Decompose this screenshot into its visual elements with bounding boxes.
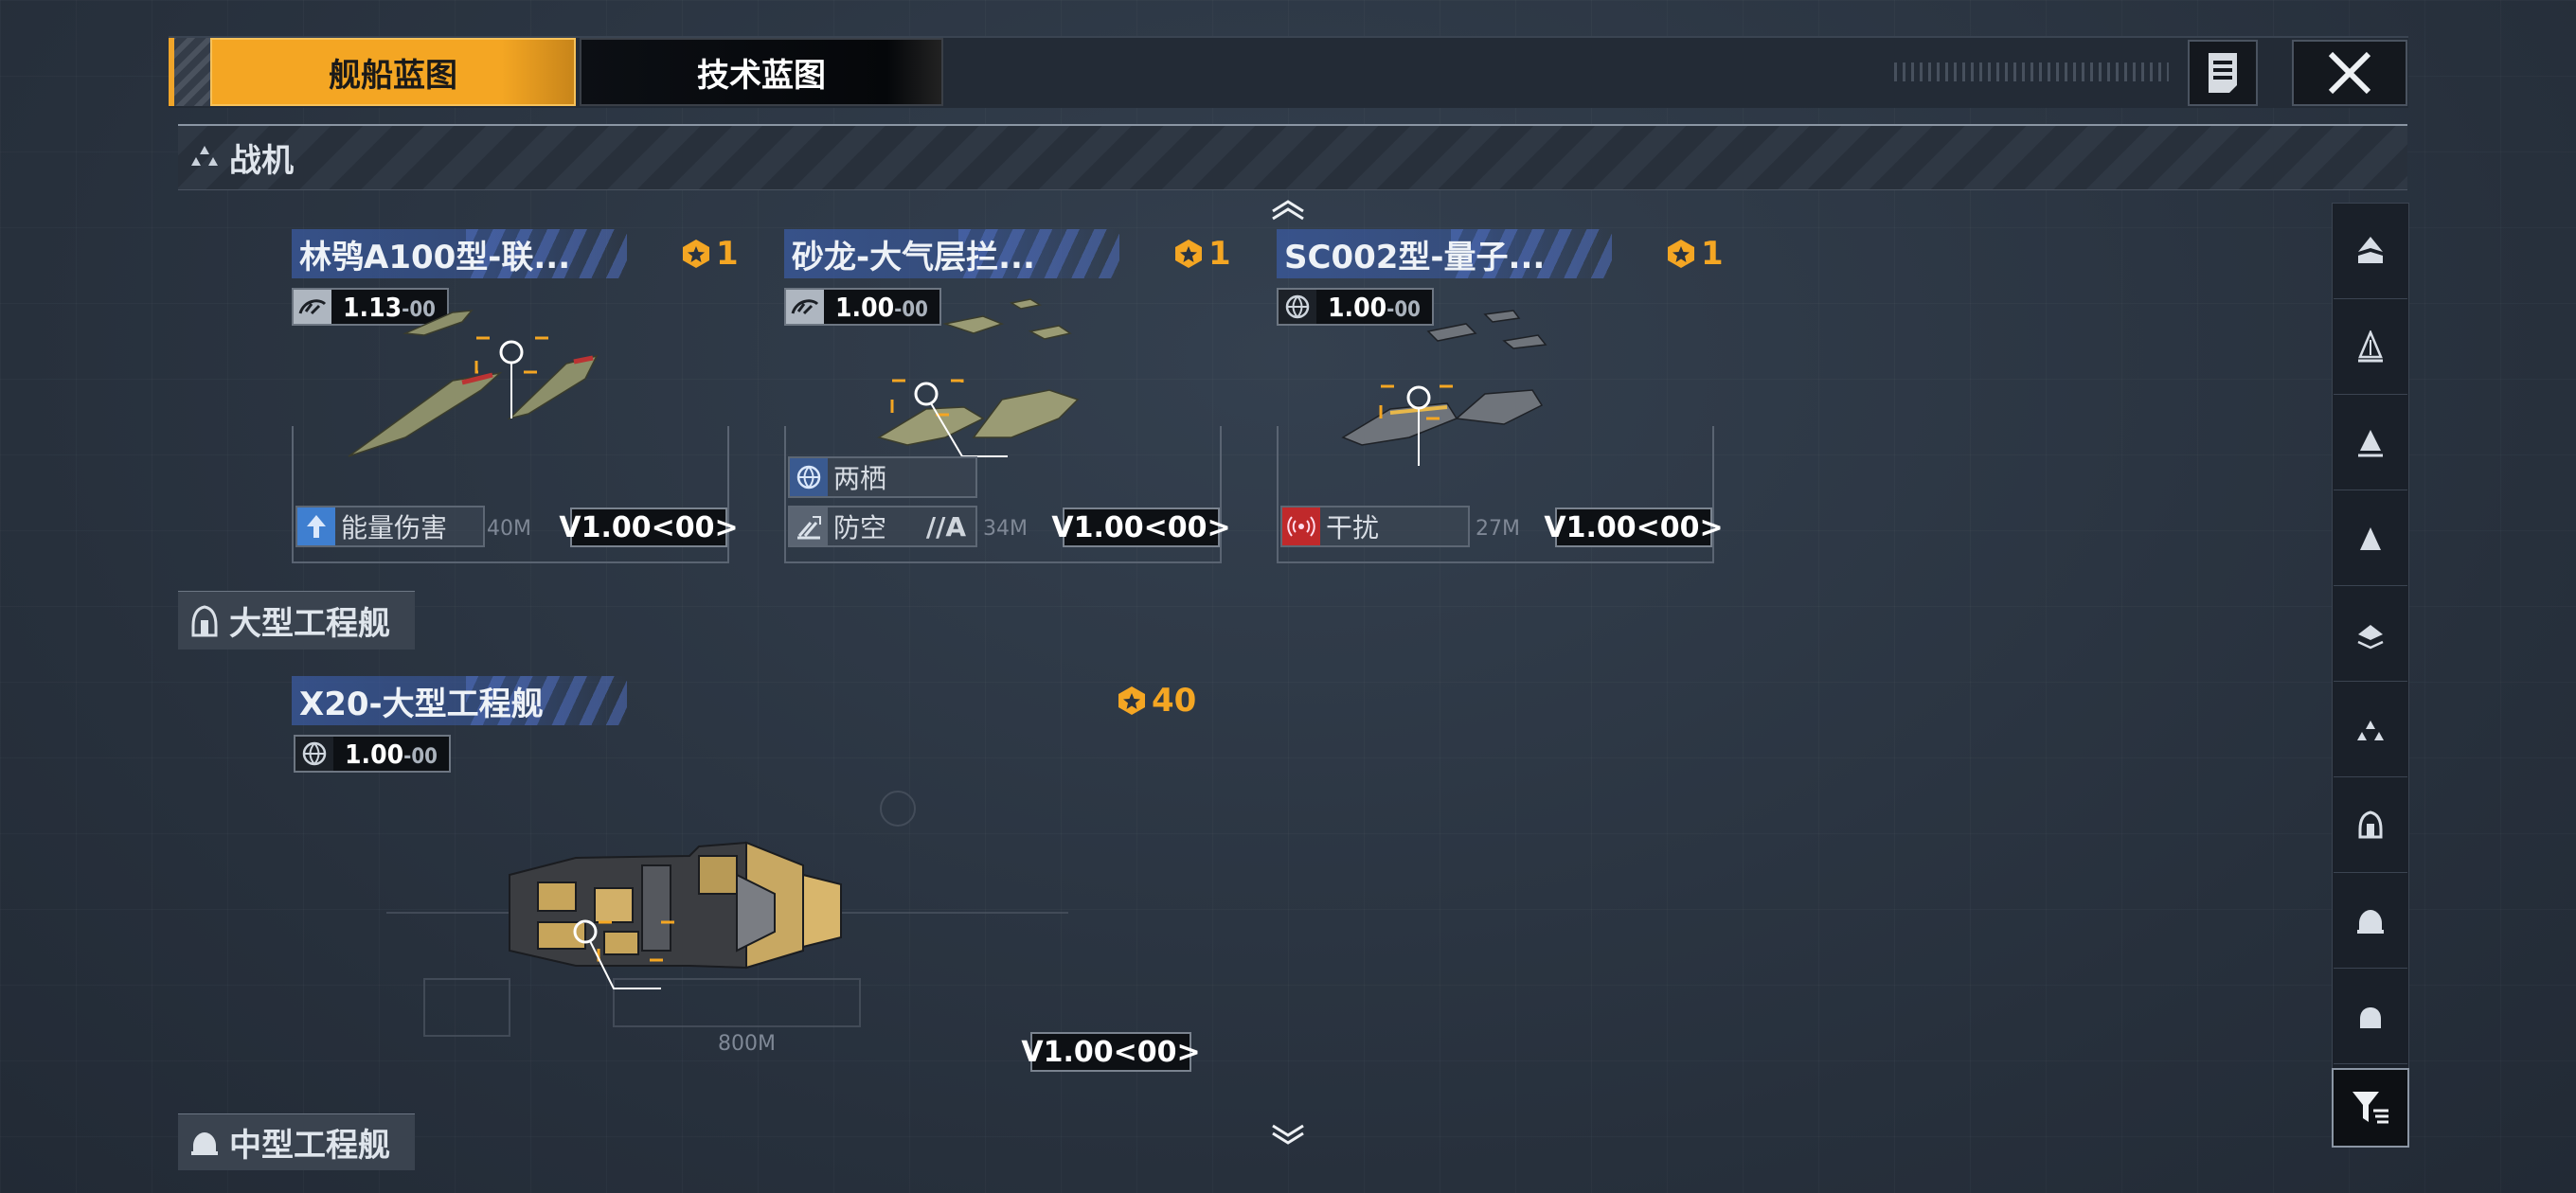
flagship-class-icon [2358, 236, 2383, 263]
chevron-down-icon [1272, 1124, 1304, 1145]
document-button[interactable] [2188, 40, 2258, 106]
scroll-up-button[interactable] [1260, 195, 1316, 223]
rail-large-engineering-button[interactable] [2334, 778, 2407, 873]
filter-button[interactable] [2332, 1068, 2409, 1148]
tag-jamming: 干扰 [1280, 506, 1470, 547]
section-title-fighters: 战机 [189, 133, 294, 182]
rarity-indicator: 1 [1172, 229, 1231, 278]
version-badge: V1.00<00> [1544, 507, 1724, 547]
scroll-down-button[interactable] [1260, 1121, 1316, 1149]
section-label: 中型工程舰 [229, 1127, 390, 1165]
ship-card-title: 砂龙-大气层拦... [784, 229, 1119, 278]
ship-card-linxiao[interactable]: 林鸮A100型-联... 1 1.13-00 能量伤害 40M V1.00<00… [292, 229, 739, 562]
ship-card-x20[interactable]: X20-大型工程舰 40 1.00-00 800M V1.00<00> [292, 676, 1201, 1074]
speed-icon [786, 290, 824, 324]
medium-engineering-ship-icon [191, 1131, 218, 1155]
tab-tech-blueprint[interactable]: 技术蓝图 [580, 38, 943, 106]
fighter-group-icon [2357, 720, 2384, 740]
ship-illustration-sc002 [1341, 310, 1547, 466]
destroyer-class-icon [2357, 624, 2384, 649]
rail-cruiser-button[interactable] [2334, 491, 2407, 586]
section-title-large-engineering: 大型工程舰 [178, 591, 415, 650]
rarity-badge-icon [683, 240, 709, 268]
ship-card-title: SC002型-量子... [1277, 229, 1612, 278]
document-icon [2209, 53, 2237, 93]
large-engineering-ship-icon [191, 604, 218, 636]
globe-icon [1279, 290, 1316, 324]
ship-illustration-linxiao [348, 310, 599, 457]
fighter-group-icon [191, 146, 218, 166]
medium-engineering-ship-icon [2357, 909, 2384, 934]
version-chip: 1.00-00 [294, 735, 451, 773]
version-badge: V1.00<00> [1021, 1032, 1201, 1072]
version-badge: V1.00<00> [559, 507, 739, 547]
rail-flagship-button[interactable] [2334, 205, 2407, 299]
close-icon [2328, 51, 2371, 95]
section-label: 大型工程舰 [229, 605, 390, 643]
carrier-class-icon [2358, 429, 2383, 456]
chevron-up-icon [1272, 200, 1304, 221]
close-button[interactable] [2292, 40, 2407, 106]
tag-anti-air: 防空 //A [788, 506, 977, 547]
rarity-indicator: 40 [1116, 676, 1196, 725]
globe-icon [295, 737, 333, 771]
tab-ship-blueprint[interactable]: 舰船蓝图 [210, 38, 576, 106]
battleship-class-icon [2358, 329, 2383, 362]
small-ship-icon [2360, 1006, 2381, 1028]
ship-card-sc002[interactable]: SC002型-量子... 1 1.00-00 干扰 27M V1.00<00> [1277, 229, 1724, 562]
rarity-indicator: 1 [1665, 229, 1724, 278]
rarity-badge-icon [1118, 686, 1145, 715]
ship-card-title: 林鸮A100型-联... [292, 229, 627, 278]
ship-card-shalong[interactable]: 砂龙-大气层拦... 1 1.00-00 两栖 防空 //A 34M V1.00… [784, 229, 1231, 562]
jamming-icon [1282, 507, 1320, 545]
ship-card-title: X20-大型工程舰 [292, 676, 627, 725]
rail-fighter-button[interactable] [2334, 683, 2407, 777]
rarity-indicator: 1 [680, 229, 739, 278]
distance-label: 34M [983, 517, 1028, 541]
energy-damage-icon [297, 507, 335, 545]
filter-icon [2352, 1092, 2388, 1124]
distance-label: 800M [718, 1032, 776, 1056]
rail-destroyer-button[interactable] [2334, 587, 2407, 682]
speed-icon [294, 290, 331, 324]
tag-amphibious: 两栖 [788, 456, 977, 498]
rarity-badge-icon [1668, 240, 1694, 268]
section-header-fighters [178, 124, 2407, 190]
distance-label: 27M [1476, 517, 1520, 541]
rail-small-ship-button[interactable] [2334, 970, 2407, 1064]
amphibious-icon [790, 458, 828, 496]
section-label: 战机 [229, 141, 294, 180]
version-badge: V1.00<00> [1051, 507, 1231, 547]
top-bar-accent [169, 38, 210, 106]
section-title-medium-engineering: 中型工程舰 [178, 1113, 415, 1170]
tag-energy-damage: 能量伤害 [295, 506, 485, 547]
rail-carrier-button[interactable] [2334, 396, 2407, 490]
large-engineering-ship-icon [2358, 810, 2383, 838]
decorative-ticks [1894, 62, 2169, 81]
anti-air-icon [790, 507, 828, 545]
ship-illustration-x20 [386, 791, 1068, 1037]
rarity-badge-icon [1175, 240, 1202, 268]
distance-label: 40M [487, 517, 531, 541]
rail-medium-engineering-button[interactable] [2334, 874, 2407, 969]
cruiser-class-icon [2360, 526, 2381, 550]
rail-battleship-button[interactable] [2334, 300, 2407, 395]
